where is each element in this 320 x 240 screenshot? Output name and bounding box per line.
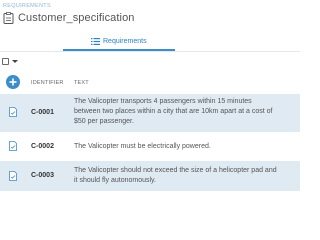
table-row[interactable]: C-0001 The Valicopter transports 4 passe… [0, 94, 300, 132]
requirement-text[interactable]: The Valicopter must be electrically powe… [74, 142, 300, 152]
document-icon [3, 12, 14, 24]
requirement-document-icon [9, 141, 17, 151]
column-header-text[interactable]: TEXT [74, 80, 89, 86]
requirement-identifier[interactable]: C-0002 [31, 143, 54, 150]
requirements-page: REQUIREMENTS Customer_specification Requ… [0, 0, 300, 203]
caret-down-icon[interactable] [12, 59, 18, 63]
requirement-identifier[interactable]: C-0003 [31, 172, 54, 179]
add-requirement-button[interactable] [6, 75, 20, 89]
breadcrumb[interactable]: REQUIREMENTS [3, 3, 51, 9]
select-all-checkbox[interactable] [2, 57, 9, 65]
table-row[interactable]: C-0003 The Valicopter should not exceed … [0, 161, 300, 191]
tab-bar: Requirements [0, 30, 300, 52]
tab-requirements-label: Requirements [103, 37, 147, 45]
tab-requirements[interactable]: Requirements [91, 34, 147, 48]
plus-icon [9, 78, 17, 86]
title-row: Customer_specification [3, 10, 135, 26]
list-icon [91, 37, 100, 45]
table-header: IDENTIFIER TEXT [0, 74, 300, 91]
table-row[interactable]: C-0002 The Valicopter must be electrical… [0, 134, 300, 159]
requirement-text[interactable]: The Valicopter should not exceed the siz… [74, 166, 300, 186]
requirement-text-line: it should fly autonomously. [74, 177, 156, 184]
requirement-text[interactable]: The Valicopter transports 4 passengers w… [74, 97, 300, 127]
requirement-document-icon [9, 171, 17, 181]
requirement-text-line: between two places within a city that ar… [74, 108, 273, 115]
requirement-text-line: The Valicopter should not exceed the siz… [74, 167, 277, 174]
requirement-identifier[interactable]: C-0001 [31, 109, 54, 116]
selection-toolbar [2, 56, 18, 66]
requirement-text-line: The Valicopter must be electrically powe… [74, 143, 211, 150]
requirement-text-line: $50 per passenger. [74, 118, 134, 125]
page-title: Customer_specification [18, 12, 135, 24]
active-tab-indicator [63, 49, 175, 51]
column-header-identifier[interactable]: IDENTIFIER [31, 80, 64, 86]
requirement-document-icon [9, 107, 17, 117]
requirement-text-line: The Valicopter transports 4 passengers w… [74, 98, 252, 105]
